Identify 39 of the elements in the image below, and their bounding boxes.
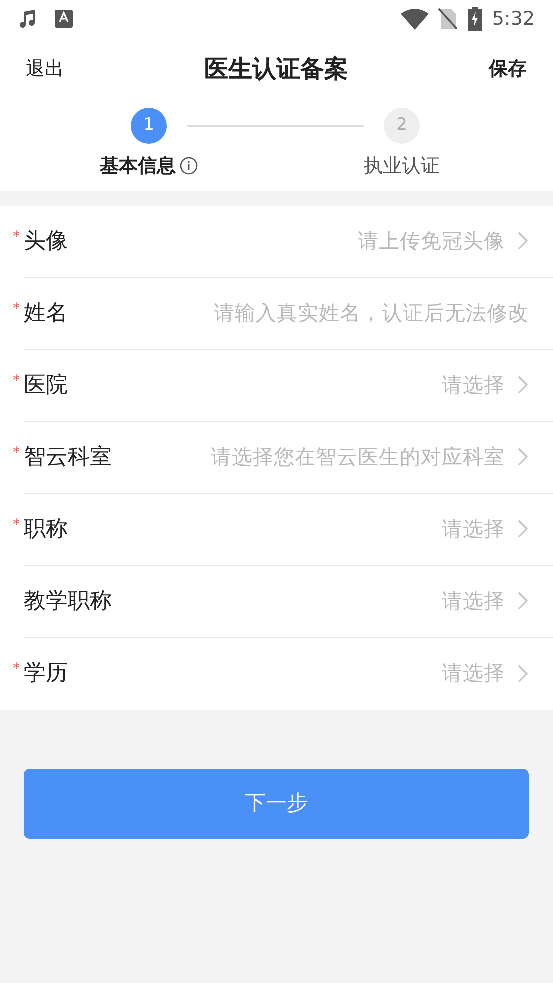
- select-placeholder: 请选择: [442, 516, 505, 543]
- select-placeholder: 请上传免冠头像: [358, 228, 505, 255]
- required-mark: *: [13, 300, 20, 318]
- chevron-right-icon: [517, 447, 529, 467]
- required-mark: *: [13, 660, 20, 679]
- step-label: 执业认证: [364, 154, 440, 179]
- chevron-right-icon: [517, 375, 529, 395]
- field-label: 姓名: [24, 300, 68, 328]
- field-label: 医院: [24, 372, 68, 400]
- wifi-icon: [401, 8, 430, 30]
- select-placeholder: 请选择: [442, 372, 505, 399]
- required-mark: *: [13, 228, 20, 246]
- select-placeholder: 请选择您在智云医生的对应科室: [211, 444, 505, 471]
- required-mark: *: [13, 444, 20, 462]
- page-title: 医生认证备案: [204, 54, 348, 85]
- chevron-right-icon: [517, 664, 529, 684]
- chevron-right-icon: [517, 591, 529, 611]
- required-mark: *: [13, 516, 20, 534]
- music-note-icon: [18, 9, 38, 29]
- battery-charging-icon: [468, 7, 482, 31]
- required-mark: *: [13, 372, 20, 390]
- chevron-right-icon: [517, 231, 529, 251]
- form-row[interactable]: 教学职称 请选择: [24, 566, 553, 638]
- field-label: 职称: [24, 516, 68, 544]
- field-label: 教学职称: [24, 588, 112, 616]
- keyboard-icon: [55, 10, 73, 28]
- exit-button[interactable]: 退出: [26, 54, 64, 84]
- no-sim-icon: [438, 8, 458, 30]
- select-placeholder: 请选择: [442, 588, 505, 615]
- save-button[interactable]: 保存: [489, 54, 527, 84]
- input-field[interactable]: 请输入真实姓名，认证后无法修改: [177, 298, 529, 328]
- step-label: 基本信息: [100, 154, 176, 179]
- select-placeholder: 请选择: [442, 660, 505, 688]
- field-label: 头像: [24, 228, 68, 256]
- field-label: 学历: [24, 660, 68, 688]
- status-time: 5:32: [492, 6, 535, 32]
- info-icon[interactable]: [180, 157, 198, 176]
- chevron-right-icon: [517, 519, 529, 539]
- field-label: 智云科室: [24, 444, 112, 472]
